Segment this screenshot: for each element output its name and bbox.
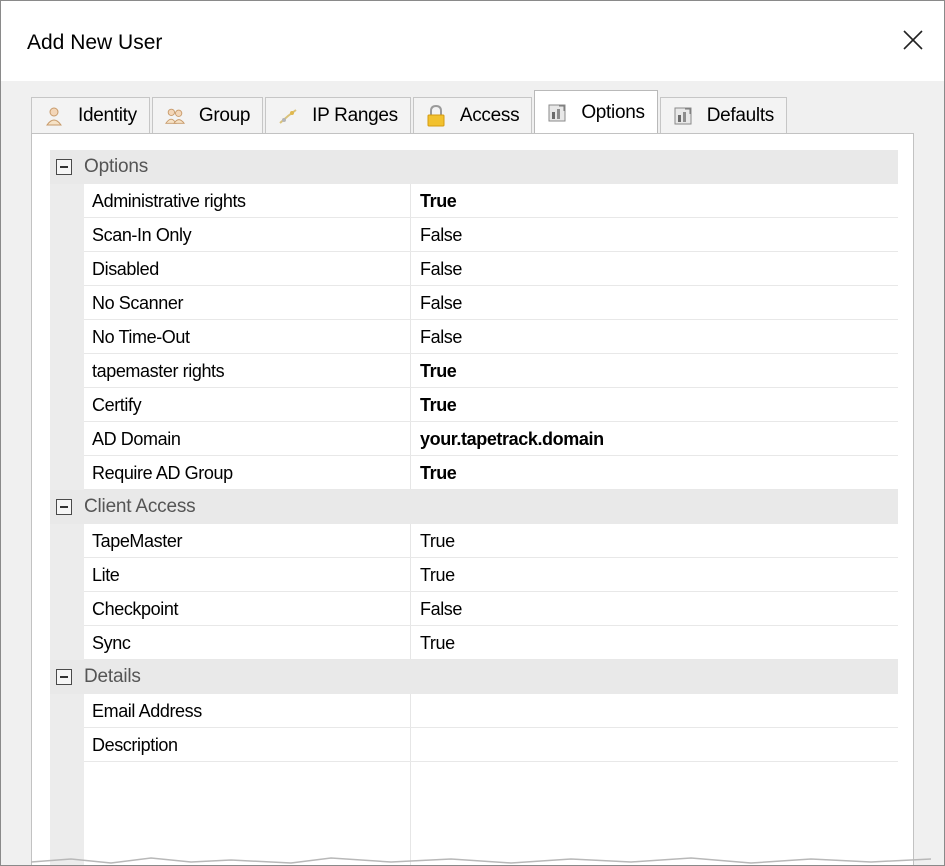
tab-options[interactable]: Options — [534, 90, 658, 134]
tab-group[interactable]: Group — [151, 97, 264, 133]
property-row[interactable]: Checkpoint False — [50, 592, 898, 626]
property-name: Description — [84, 729, 410, 762]
property-row[interactable]: Disabled False — [50, 252, 898, 286]
property-row[interactable]: Require AD Group True — [50, 456, 898, 490]
property-row[interactable]: TapeMaster True — [50, 524, 898, 558]
property-row[interactable]: Lite True — [50, 558, 898, 592]
category-label: Client Access — [84, 496, 196, 517]
property-value[interactable]: True — [410, 559, 898, 592]
property-row[interactable]: Scan-In Only False — [50, 218, 898, 252]
tab-label: Access — [459, 104, 520, 126]
property-name: No Time-Out — [84, 321, 410, 354]
property-name: Certify — [84, 389, 410, 422]
property-row[interactable]: Administrative rights True — [50, 184, 898, 218]
property-row[interactable]: No Time-Out False — [50, 320, 898, 354]
property-name: Sync — [84, 627, 410, 660]
property-value[interactable]: False — [410, 287, 898, 320]
property-value[interactable]: your.tapetrack.domain — [410, 423, 898, 456]
property-name: Checkpoint — [84, 593, 410, 626]
property-name: Scan-In Only — [84, 219, 410, 252]
property-grid: Options Administrative rights True Scan-… — [50, 150, 898, 865]
property-name: Lite — [84, 559, 410, 592]
property-row[interactable]: Certify True — [50, 388, 898, 422]
collapse-toggle[interactable] — [56, 159, 72, 175]
property-value[interactable]: True — [410, 627, 898, 660]
tab-access[interactable]: Access — [412, 97, 533, 133]
property-value[interactable]: False — [410, 219, 898, 252]
tab-label: IP Ranges — [312, 104, 398, 126]
dialog-body: Identity Group IP Ranges Access Options … — [1, 81, 944, 865]
property-name: tapemaster rights — [84, 355, 410, 388]
tab-label: Options — [581, 101, 645, 123]
property-name: Email Address — [84, 695, 410, 728]
tab-defaults[interactable]: Defaults — [659, 97, 788, 133]
property-name: TapeMaster — [84, 525, 410, 558]
lock-icon — [426, 104, 446, 126]
network-icon — [278, 106, 298, 126]
property-row[interactable]: No Scanner False — [50, 286, 898, 320]
tab-ip-ranges[interactable]: IP Ranges — [265, 97, 411, 133]
category-options: Options — [50, 150, 898, 184]
category-details: Details — [50, 660, 898, 694]
options-icon — [547, 103, 567, 123]
property-name: Administrative rights — [84, 185, 410, 218]
property-value[interactable]: True — [410, 185, 898, 218]
property-value[interactable]: False — [410, 253, 898, 286]
collapse-toggle[interactable] — [56, 499, 72, 515]
property-name: AD Domain — [84, 423, 410, 456]
property-value[interactable]: True — [410, 355, 898, 388]
title-bar: Add New User — [1, 1, 944, 81]
property-value[interactable] — [410, 695, 898, 728]
property-name: No Scanner — [84, 287, 410, 320]
property-row[interactable]: Email Address — [50, 694, 898, 728]
person-icon — [44, 106, 64, 126]
property-value[interactable]: True — [410, 389, 898, 422]
property-value[interactable]: False — [410, 321, 898, 354]
property-value[interactable]: True — [410, 525, 898, 558]
tab-strip: Identity Group IP Ranges Access Options … — [31, 89, 789, 134]
property-row[interactable]: Sync True — [50, 626, 898, 660]
category-label: Options — [84, 156, 149, 177]
property-value[interactable]: False — [410, 593, 898, 626]
property-value[interactable] — [410, 729, 898, 762]
close-button[interactable] — [896, 23, 930, 57]
property-name: Disabled — [84, 253, 410, 286]
close-icon — [903, 30, 923, 50]
tab-label: Defaults — [706, 104, 775, 126]
add-new-user-dialog: Add New User Identity Group IP Ranges Ac… — [0, 0, 945, 866]
tab-label: Group — [198, 104, 251, 126]
property-name: Require AD Group — [84, 457, 410, 490]
torn-edge-decoration — [31, 857, 931, 864]
category-client-access: Client Access — [50, 490, 898, 524]
group-icon — [164, 106, 185, 126]
tab-identity[interactable]: Identity — [31, 97, 150, 133]
property-row[interactable]: tapemaster rights True — [50, 354, 898, 388]
tab-label: Identity — [78, 104, 137, 126]
dialog-title: Add New User — [27, 31, 163, 54]
property-row[interactable]: AD Domain your.tapetrack.domain — [50, 422, 898, 456]
collapse-toggle[interactable] — [56, 669, 72, 685]
category-label: Details — [84, 666, 141, 687]
options-panel: Options Administrative rights True Scan-… — [31, 133, 914, 865]
defaults-icon — [673, 106, 693, 126]
property-row[interactable]: Description — [50, 728, 898, 762]
property-value[interactable]: True — [410, 457, 898, 490]
